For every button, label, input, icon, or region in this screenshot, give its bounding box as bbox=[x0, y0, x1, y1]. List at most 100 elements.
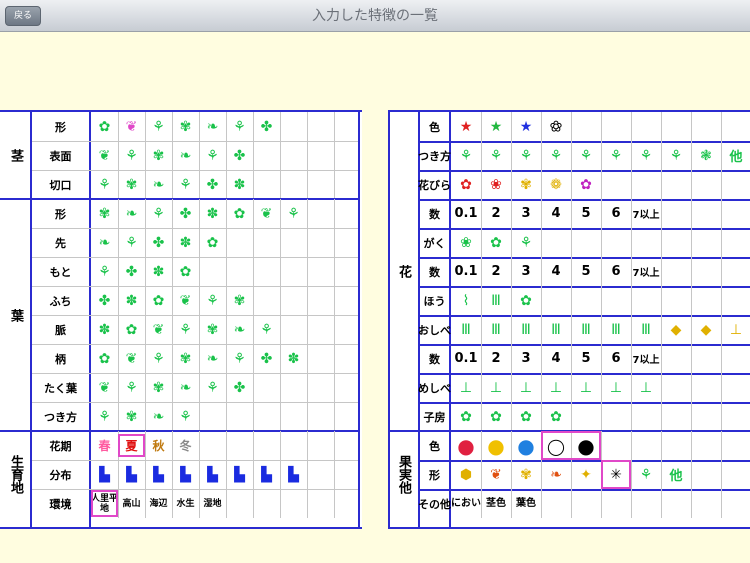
flower-icon-1-7[interactable]: ⚘ bbox=[661, 141, 691, 170]
flower-icon-1-1[interactable]: ⚘ bbox=[481, 141, 511, 170]
flower-icon-10-3[interactable]: ✿ bbox=[541, 402, 571, 431]
feature-icon-5-1[interactable]: ✤ bbox=[118, 257, 145, 286]
flower-icon-9-3[interactable]: ⊥ bbox=[541, 373, 571, 402]
environment-4[interactable]: 湿地 bbox=[199, 489, 226, 518]
feature-icon-9-1[interactable]: ⚘ bbox=[118, 373, 145, 402]
feature-icon-6-1[interactable]: ✽ bbox=[118, 286, 145, 315]
flower-icon-0-2[interactable]: ★ bbox=[511, 112, 541, 141]
feature-icon-4-2[interactable]: ✤ bbox=[145, 228, 172, 257]
flower-icon-9-0[interactable]: ⊥ bbox=[451, 373, 481, 402]
flower-icon-0-0[interactable]: ★ bbox=[451, 112, 481, 141]
misc-option-2[interactable]: 葉色 bbox=[511, 489, 541, 518]
flower-icon-4-1[interactable]: ✿ bbox=[481, 228, 511, 257]
region-map-1[interactable]: ▙ bbox=[118, 460, 145, 489]
feature-icon-0-5[interactable]: ⚘ bbox=[226, 112, 253, 141]
region-map-6[interactable]: ▙ bbox=[253, 460, 280, 489]
environment-2[interactable]: 海辺 bbox=[145, 489, 172, 518]
feature-icon-7-5[interactable]: ❧ bbox=[226, 315, 253, 344]
flower-icon-9-1[interactable]: ⊥ bbox=[481, 373, 511, 402]
flower-icon-9-6[interactable]: ⊥ bbox=[631, 373, 661, 402]
feature-icon-10-3[interactable]: ⚘ bbox=[172, 402, 199, 431]
flower-icon-6-1[interactable]: Ⅲ bbox=[481, 286, 511, 315]
feature-icon-3-4[interactable]: ✽ bbox=[199, 199, 226, 228]
region-map-4[interactable]: ▙ bbox=[199, 460, 226, 489]
region-map-5[interactable]: ▙ bbox=[226, 460, 253, 489]
fruit-shape-6[interactable]: ⚘ bbox=[631, 460, 661, 489]
feature-icon-10-2[interactable]: ❧ bbox=[145, 402, 172, 431]
feature-icon-7-4[interactable]: ✾ bbox=[199, 315, 226, 344]
count-option-2[interactable]: 3 bbox=[511, 257, 541, 286]
flower-icon-7-5[interactable]: Ⅲ bbox=[601, 315, 631, 344]
feature-icon-9-4[interactable]: ⚘ bbox=[199, 373, 226, 402]
count-option-5[interactable]: 6 bbox=[601, 257, 631, 286]
flower-icon-9-4[interactable]: ⊥ bbox=[571, 373, 601, 402]
count-option-3[interactable]: 4 bbox=[541, 344, 571, 373]
flower-icon-2-2[interactable]: ✾ bbox=[511, 170, 541, 199]
fruit-color-2[interactable]: ● bbox=[511, 431, 541, 460]
feature-icon-3-0[interactable]: ✾ bbox=[91, 199, 118, 228]
flower-icon-2-4[interactable]: ✿ bbox=[571, 170, 601, 199]
feature-icon-0-6[interactable]: ✤ bbox=[253, 112, 280, 141]
feature-icon-9-2[interactable]: ✾ bbox=[145, 373, 172, 402]
flower-icon-7-2[interactable]: Ⅲ bbox=[511, 315, 541, 344]
fruit-shape-4[interactable]: ✦ bbox=[571, 460, 601, 489]
feature-icon-2-4[interactable]: ✤ bbox=[199, 170, 226, 199]
flower-icon-2-1[interactable]: ❀ bbox=[481, 170, 511, 199]
flower-icon-7-3[interactable]: Ⅲ bbox=[541, 315, 571, 344]
count-option-4[interactable]: 5 bbox=[571, 257, 601, 286]
flower-icon-1-6[interactable]: ⚘ bbox=[631, 141, 661, 170]
misc-option-0[interactable]: におい bbox=[451, 489, 481, 518]
fruit-shape-0[interactable]: ⬢ bbox=[451, 460, 481, 489]
feature-icon-4-3[interactable]: ✽ bbox=[172, 228, 199, 257]
region-map-3[interactable]: ▙ bbox=[172, 460, 199, 489]
flower-icon-2-3[interactable]: ❁ bbox=[541, 170, 571, 199]
count-option-6[interactable]: 7以上 bbox=[631, 257, 661, 286]
flower-icon-10-2[interactable]: ✿ bbox=[511, 402, 541, 431]
flower-icon-9-2[interactable]: ⊥ bbox=[511, 373, 541, 402]
feature-icon-7-3[interactable]: ⚘ bbox=[172, 315, 199, 344]
feature-icon-2-5[interactable]: ✽ bbox=[226, 170, 253, 199]
feature-icon-3-5[interactable]: ✿ bbox=[226, 199, 253, 228]
feature-icon-2-3[interactable]: ⚘ bbox=[172, 170, 199, 199]
feature-icon-0-3[interactable]: ✾ bbox=[172, 112, 199, 141]
flower-icon-1-3[interactable]: ⚘ bbox=[541, 141, 571, 170]
season-2[interactable]: 秋 bbox=[145, 431, 172, 460]
feature-icon-2-2[interactable]: ❧ bbox=[145, 170, 172, 199]
count-option-5[interactable]: 6 bbox=[601, 199, 631, 228]
feature-icon-4-4[interactable]: ✿ bbox=[199, 228, 226, 257]
feature-icon-6-4[interactable]: ⚘ bbox=[199, 286, 226, 315]
region-map-2[interactable]: ▙ bbox=[145, 460, 172, 489]
feature-icon-2-0[interactable]: ⚘ bbox=[91, 170, 118, 199]
count-option-1[interactable]: 2 bbox=[481, 344, 511, 373]
feature-icon-6-3[interactable]: ❦ bbox=[172, 286, 199, 315]
count-option-1[interactable]: 2 bbox=[481, 257, 511, 286]
region-map-0[interactable]: ▙ bbox=[91, 460, 118, 489]
count-option-4[interactable]: 5 bbox=[571, 199, 601, 228]
flower-icon-4-2[interactable]: ⚘ bbox=[511, 228, 541, 257]
flower-icon-10-0[interactable]: ✿ bbox=[451, 402, 481, 431]
feature-icon-8-6[interactable]: ✤ bbox=[253, 344, 280, 373]
flower-icon-1-5[interactable]: ⚘ bbox=[601, 141, 631, 170]
environment-1[interactable]: 高山 bbox=[118, 489, 145, 518]
flower-icon-6-0[interactable]: ⌇ bbox=[451, 286, 481, 315]
fruit-shape-2[interactable]: ✾ bbox=[511, 460, 541, 489]
feature-icon-0-4[interactable]: ❧ bbox=[199, 112, 226, 141]
fruit-color-1[interactable]: ● bbox=[481, 431, 511, 460]
flower-icon-1-8[interactable]: ❃ bbox=[691, 141, 721, 170]
count-option-0[interactable]: 0.1 bbox=[451, 257, 481, 286]
flower-icon-6-2[interactable]: ✿ bbox=[511, 286, 541, 315]
flower-icon-7-7[interactable]: ◆ bbox=[661, 315, 691, 344]
feature-icon-4-1[interactable]: ⚘ bbox=[118, 228, 145, 257]
flower-icon-7-9[interactable]: ⊥ bbox=[721, 315, 750, 344]
count-option-0[interactable]: 0.1 bbox=[451, 199, 481, 228]
count-option-3[interactable]: 4 bbox=[541, 199, 571, 228]
misc-option-1[interactable]: 茎色 bbox=[481, 489, 511, 518]
other-option[interactable]: 他 bbox=[721, 141, 750, 170]
feature-icon-6-0[interactable]: ✤ bbox=[91, 286, 118, 315]
feature-icon-1-0[interactable]: ❦ bbox=[91, 141, 118, 170]
flower-icon-4-0[interactable]: ❀ bbox=[451, 228, 481, 257]
count-option-1[interactable]: 2 bbox=[481, 199, 511, 228]
feature-icon-5-2[interactable]: ✽ bbox=[145, 257, 172, 286]
flower-icon-7-8[interactable]: ◆ bbox=[691, 315, 721, 344]
count-option-3[interactable]: 4 bbox=[541, 257, 571, 286]
